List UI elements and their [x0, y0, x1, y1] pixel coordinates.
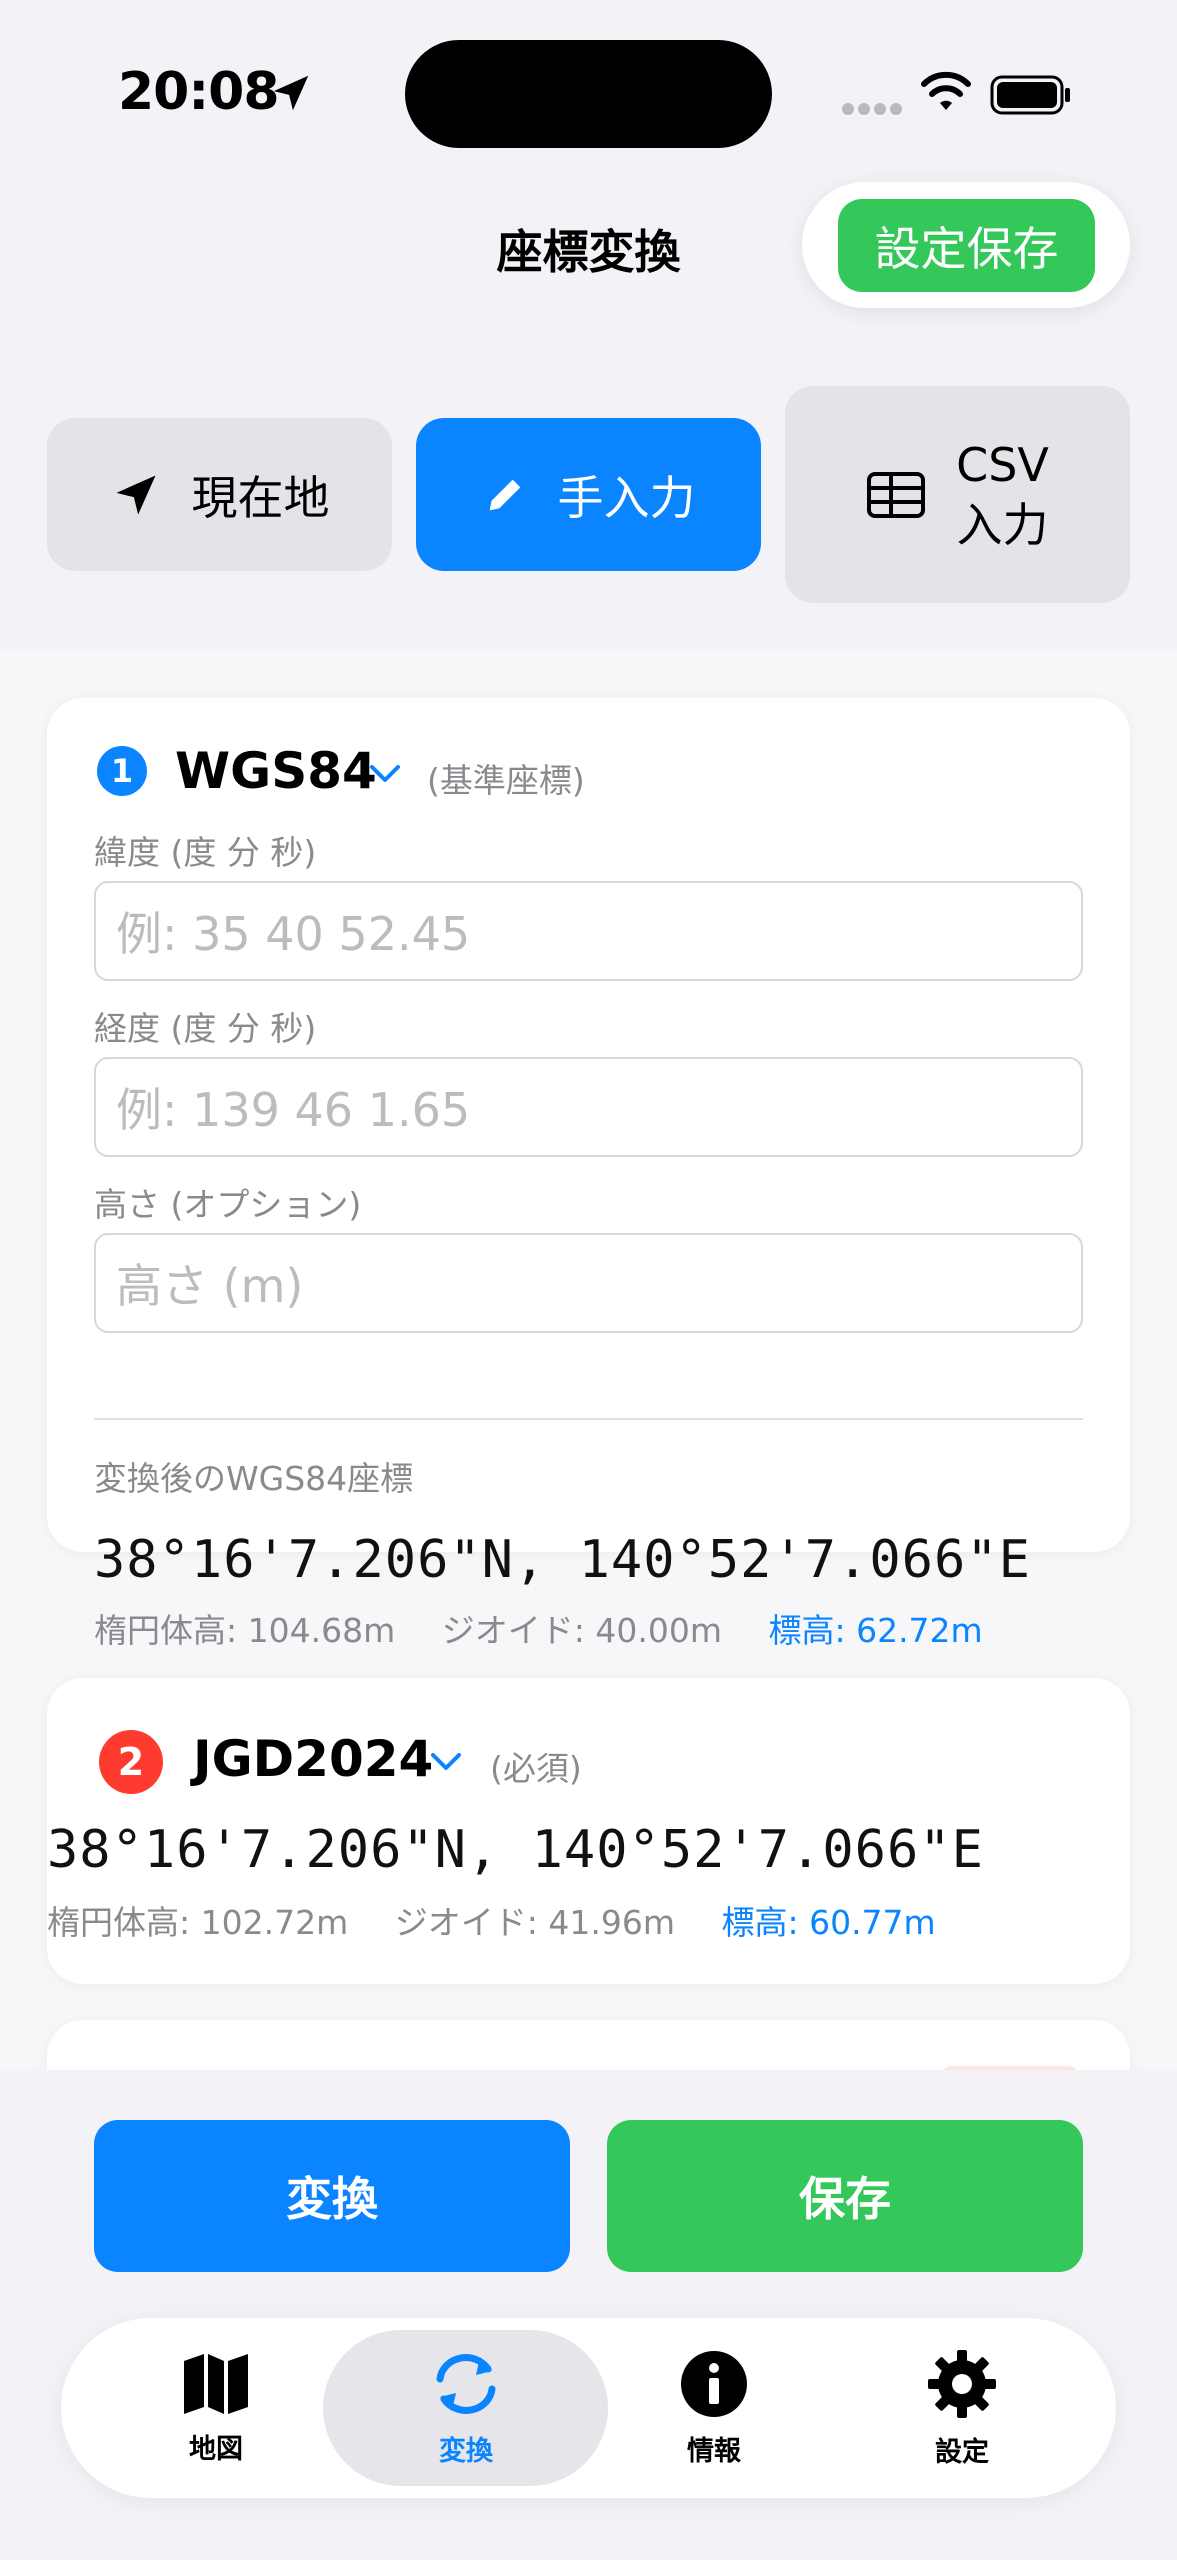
cellular-signal-icon: [842, 103, 902, 117]
content-area[interactable]: 1 WGS84 (基準座標) 緯度 (度 分 秒) 例: 35 40 52.45…: [0, 650, 1177, 2070]
converted-coordinate: 38°16'7.206"N, 140°52'7.066"E: [47, 1820, 984, 1880]
geoid-height: ジオイド: 41.96m: [394, 1903, 675, 1942]
current-location-button[interactable]: 現在地: [47, 418, 392, 571]
bottom-panel: 変換 保存 地図 変換 情報 設定: [0, 2070, 1177, 2560]
orthometric-height: 標高: 60.77m: [721, 1903, 936, 1942]
ellipsoid-height: 楕円体高: 102.72m: [47, 1903, 349, 1942]
index-badge: 1: [97, 746, 147, 796]
system-note: (基準座標): [427, 761, 585, 800]
gear-icon: [928, 2349, 996, 2418]
tab-settings[interactable]: 設定: [837, 2318, 1087, 2498]
manual-input-label: 手入力: [557, 470, 696, 525]
tab-bar: 地図 変換 情報 設定: [61, 2318, 1116, 2498]
tab-label: 変換: [439, 2435, 493, 2467]
csv-label-line1: CSV: [956, 437, 1049, 492]
table-icon: [867, 471, 926, 518]
tab-map[interactable]: 地図: [91, 2318, 341, 2498]
latitude-label: 緯度 (度 分 秒): [94, 833, 317, 872]
height-label: 高さ (オプション): [94, 1185, 362, 1224]
current-location-label: 現在地: [191, 470, 330, 525]
height-input[interactable]: 高さ (m): [94, 1233, 1083, 1333]
tab-label: 設定: [935, 2436, 989, 2468]
battery-icon: [990, 75, 1070, 115]
height-values: 楕円体高: 102.72m ジオイド: 41.96m 標高: 60.77m: [47, 1896, 972, 1944]
map-icon: [184, 2353, 248, 2414]
system-selector[interactable]: JGD2024: [193, 1730, 433, 1788]
chevron-down-icon[interactable]: [369, 764, 401, 784]
manual-input-button[interactable]: 手入力: [416, 418, 761, 571]
tab-info[interactable]: 情報: [589, 2318, 839, 2498]
convert-icon: [436, 2353, 496, 2414]
ellipsoid-height: 楕円体高: 104.68m: [94, 1611, 396, 1650]
tab-convert[interactable]: 変換: [341, 2318, 591, 2498]
result-label: 変換後のWGS84座標: [94, 1459, 414, 1498]
save-button[interactable]: 保存: [607, 2120, 1083, 2272]
converted-coordinate: 38°16'7.206"N, 140°52'7.066"E: [94, 1530, 1031, 1590]
height-values: 楕円体高: 104.68m ジオイド: 40.00m 標高: 62.72m: [94, 1604, 1019, 1652]
csv-label-line2: 入力: [956, 497, 1049, 552]
divider: [94, 1418, 1083, 1420]
longitude-label: 経度 (度 分 秒): [94, 1009, 317, 1048]
status-bar: 20:08: [0, 0, 1177, 190]
csv-input-button[interactable]: CSV 入力: [785, 386, 1130, 603]
location-arrow-icon: [116, 475, 155, 514]
info-icon: [681, 2350, 747, 2417]
wifi-icon: [921, 71, 971, 110]
status-time: 20:08: [118, 62, 280, 122]
coordinate-card-partial: [47, 2020, 1130, 2070]
tab-label: 地図: [189, 2433, 243, 2465]
system-note: (必須): [490, 1749, 582, 1788]
latitude-input[interactable]: 例: 35 40 52.45: [94, 881, 1083, 981]
save-settings-button[interactable]: 設定保存: [838, 199, 1095, 292]
chevron-down-icon[interactable]: [430, 1752, 462, 1772]
dynamic-island: [405, 40, 772, 148]
geoid-height: ジオイド: 40.00m: [441, 1611, 722, 1650]
pencil-icon: [489, 479, 520, 510]
coordinate-card-wgs84: 1 WGS84 (基準座標) 緯度 (度 分 秒) 例: 35 40 52.45…: [47, 698, 1130, 1650]
convert-button[interactable]: 変換: [94, 2120, 570, 2272]
tab-label: 情報: [687, 2435, 741, 2467]
system-selector[interactable]: WGS84: [175, 742, 377, 800]
index-badge: 2: [99, 1730, 163, 1794]
location-arrow-icon: [273, 75, 309, 111]
orthometric-height: 標高: 62.72m: [768, 1611, 983, 1650]
longitude-input[interactable]: 例: 139 46 1.65: [94, 1057, 1083, 1157]
